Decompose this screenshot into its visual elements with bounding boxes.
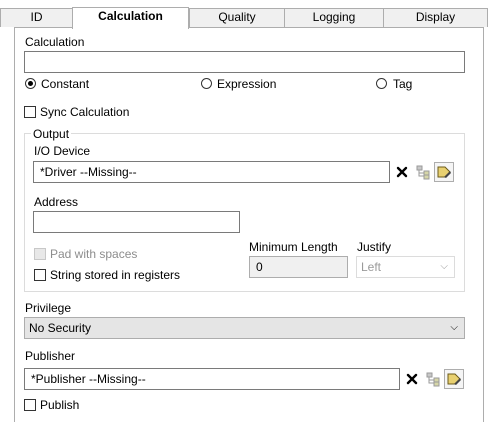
tab-calculation-label: Calculation — [98, 9, 163, 23]
output-legend: Output — [31, 127, 72, 141]
min-length-input[interactable]: 0 — [249, 256, 348, 278]
tab-display-label: Display — [415, 10, 456, 24]
browse-tree-icon[interactable] — [423, 369, 443, 389]
privilege-select[interactable]: No Security ⌵ — [24, 317, 465, 339]
privilege-select-value: No Security — [29, 321, 92, 335]
io-device-input[interactable]: *Driver --Missing-- — [33, 161, 390, 183]
publish-checkbox[interactable] — [24, 399, 36, 411]
radio-constant-label: Constant — [41, 77, 90, 91]
sync-calculation-checkbox[interactable] — [24, 106, 36, 118]
sync-calculation-label: Sync Calculation — [40, 105, 130, 119]
clear-x-icon[interactable] — [402, 369, 422, 389]
tab-logging-label: Logging — [312, 10, 356, 24]
browse-tree-icon[interactable] — [413, 162, 433, 182]
min-length-label: Minimum Length — [249, 240, 338, 254]
chevron-down-icon: ⌵ — [440, 261, 448, 272]
radio-tag[interactable] — [376, 78, 387, 89]
tab-strip: ID Calculation Quality Logging Display — [0, 0, 488, 29]
justify-label: Justify — [357, 240, 392, 254]
edit-tag-icon[interactable] — [444, 369, 464, 389]
chevron-down-icon: ⌵ — [450, 322, 458, 333]
pad-spaces-checkbox[interactable] — [34, 248, 46, 260]
justify-select-value: Left — [361, 260, 382, 274]
tab-quality-label: Quality — [218, 10, 256, 24]
address-label: Address — [34, 195, 79, 209]
tab-id[interactable]: ID — [0, 8, 73, 27]
pad-spaces-label: Pad with spaces — [50, 247, 138, 261]
tab-quality[interactable]: Quality — [189, 8, 285, 27]
justify-select[interactable]: Left ⌵ — [356, 256, 455, 278]
radio-constant[interactable] — [25, 78, 36, 89]
io-device-label: I/O Device — [34, 144, 91, 158]
radio-expression[interactable] — [201, 78, 212, 89]
calculation-input[interactable] — [24, 51, 465, 73]
publisher-label: Publisher — [25, 349, 76, 363]
tab-logging[interactable]: Logging — [284, 8, 384, 27]
radio-expression-label: Expression — [217, 77, 277, 91]
publish-label: Publish — [40, 398, 80, 412]
radio-tag-label: Tag — [393, 77, 413, 91]
privilege-label: Privilege — [25, 301, 72, 315]
publisher-input[interactable]: *Publisher --Missing-- — [24, 368, 400, 390]
string-registers-label: String stored in registers — [50, 268, 181, 282]
tab-display[interactable]: Display — [383, 8, 488, 27]
tab-calculation[interactable]: Calculation — [72, 7, 189, 29]
address-input[interactable] — [33, 211, 240, 233]
edit-tag-icon[interactable] — [434, 162, 454, 182]
clear-x-icon[interactable] — [392, 162, 412, 182]
string-registers-checkbox[interactable] — [34, 269, 46, 281]
tab-id-label: ID — [30, 10, 43, 24]
calculation-label: Calculation — [25, 35, 85, 49]
